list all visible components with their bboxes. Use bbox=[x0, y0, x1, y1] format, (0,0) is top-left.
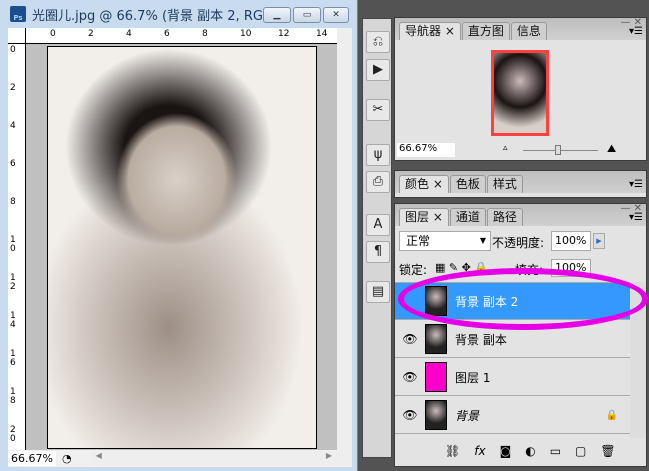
fill-label: 填充: bbox=[515, 263, 544, 277]
character-icon[interactable]: A bbox=[366, 214, 390, 236]
lock-label: 锁定: bbox=[399, 263, 428, 277]
layer-thumbnail bbox=[425, 362, 447, 392]
ruler-label: 8 bbox=[10, 197, 16, 207]
panel-menu-icon[interactable]: ▾☰ bbox=[629, 212, 643, 223]
ruler-label: 1 2 bbox=[10, 273, 16, 292]
ruler-label: 10 bbox=[240, 29, 252, 39]
zoom-slider[interactable] bbox=[523, 145, 598, 155]
tool-presets-icon[interactable]: ✂ bbox=[366, 99, 390, 121]
close-button[interactable]: ✕ bbox=[323, 7, 349, 23]
layers-scrollbar[interactable] bbox=[630, 282, 646, 438]
brushes-icon[interactable]: ψ bbox=[366, 144, 390, 166]
lock-icon: 🔒 bbox=[605, 409, 618, 421]
trash-icon[interactable]: 🗑 bbox=[600, 444, 615, 458]
navigator-panel: — ✕ 导航器 × 直方图 信息 ▾☰ 66.67% ▵ ⛰ bbox=[394, 17, 647, 161]
ruler-label: 14 bbox=[316, 29, 328, 39]
document-title: 光圈儿.jpg @ 66.7% (背景 副本 2, RGB... bbox=[32, 8, 285, 24]
layer-thumbnail bbox=[425, 324, 447, 354]
ruler-label: 1 0 bbox=[10, 235, 16, 254]
tab-channels[interactable]: 通道 bbox=[449, 208, 486, 226]
ruler-label: 12 bbox=[278, 29, 290, 39]
tab-info[interactable]: 信息 bbox=[510, 22, 547, 40]
color-panel: 颜色 × 色板 样式 ▾☰ bbox=[394, 170, 647, 198]
actions-icon[interactable]: ▶ bbox=[366, 59, 390, 81]
status-bar: 66.67% ◔ ◀ ▶ bbox=[8, 450, 352, 467]
history-icon[interactable]: ⎌ bbox=[366, 31, 390, 53]
ruler-label: 8 bbox=[202, 29, 208, 39]
fx-icon[interactable]: fx bbox=[474, 444, 485, 458]
layer-row[interactable]: 👁 背景 🔒 bbox=[395, 397, 630, 434]
adjustment-icon[interactable]: ◐ bbox=[525, 444, 535, 458]
clone-source-icon[interactable]: ⎙ bbox=[366, 171, 390, 193]
ruler-label: 0 bbox=[10, 45, 16, 55]
ruler-label: 1 8 bbox=[10, 387, 16, 406]
lock-icons[interactable]: ▦ ✎ ✥ 🔒 bbox=[435, 261, 488, 274]
blend-mode-select[interactable]: 正常 ▼ bbox=[399, 231, 491, 251]
tab-layers[interactable]: 图层 × bbox=[399, 208, 449, 226]
layer-comps-icon[interactable]: ▤ bbox=[366, 281, 390, 303]
opacity-label: 不透明度: bbox=[492, 236, 545, 250]
layers-panel: — ✕ 图层 × 通道 路径 ▾☰ 正常 ▼ 不透明度: 100% ▶ 锁定: ▦… bbox=[394, 203, 647, 467]
photoshop-icon: Ps bbox=[10, 6, 26, 22]
ruler-label: 6 bbox=[164, 29, 170, 39]
layers-footer: ⛓ fx ◙ ◐ ▭ ▢ 🗑 bbox=[445, 444, 616, 458]
status-menu-icon[interactable]: ◔ bbox=[62, 452, 72, 465]
ruler-origin[interactable] bbox=[8, 28, 26, 44]
tab-color[interactable]: 颜色 × bbox=[399, 175, 449, 193]
maximize-button[interactable]: ▭ bbox=[293, 7, 321, 23]
link-icon[interactable]: ⛓ bbox=[445, 444, 460, 458]
minimize-button[interactable]: ▁ bbox=[263, 7, 291, 23]
ruler-label: 1 4 bbox=[10, 311, 16, 330]
layer-thumbnail bbox=[425, 400, 447, 430]
layer-thumbnail bbox=[425, 286, 447, 316]
navigator-zoom-field[interactable]: 66.67% bbox=[397, 143, 455, 157]
vertical-ruler[interactable]: 0 2 4 6 8 1 0 1 2 1 4 1 6 1 8 2 0 bbox=[8, 44, 26, 450]
layers-list: 背景 副本 2 👁 背景 副本 👁 图层 1 👁 背景 🔒 bbox=[395, 282, 630, 438]
layer-row[interactable]: 👁 图层 1 bbox=[395, 359, 630, 396]
opacity-field[interactable]: 100% bbox=[551, 231, 591, 251]
layer-row[interactable]: 👁 背景 副本 bbox=[395, 321, 630, 358]
visibility-icon[interactable] bbox=[399, 290, 421, 312]
ruler-label: 4 bbox=[10, 121, 16, 131]
tab-styles[interactable]: 样式 bbox=[486, 175, 523, 193]
opacity-arrow[interactable]: ▶ bbox=[593, 233, 605, 249]
zoom-out-icon[interactable]: ▵ bbox=[503, 143, 508, 153]
ruler-label: 1 6 bbox=[10, 349, 16, 368]
tab-histogram[interactable]: 直方图 bbox=[461, 22, 510, 40]
ruler-label: 6 bbox=[10, 159, 16, 169]
eye-icon[interactable]: 👁 bbox=[399, 404, 421, 426]
eye-icon[interactable]: 👁 bbox=[399, 328, 421, 350]
eye-icon[interactable]: 👁 bbox=[399, 366, 421, 388]
mask-icon[interactable]: ◙ bbox=[500, 444, 512, 458]
zoom-field[interactable]: 66.67% bbox=[8, 451, 56, 466]
ruler-label: 2 bbox=[88, 29, 94, 39]
document-window: Ps 光圈儿.jpg @ 66.7% (背景 副本 2, RGB... ▁ ▭ … bbox=[0, 0, 358, 471]
ruler-label: 4 bbox=[126, 29, 132, 39]
fill-field[interactable]: 100% bbox=[551, 259, 591, 277]
canvas-area[interactable] bbox=[26, 44, 337, 450]
horizontal-ruler[interactable]: 0 2 4 6 8 10 12 14 bbox=[26, 28, 337, 44]
photo-image bbox=[47, 46, 317, 449]
new-layer-icon[interactable]: ▢ bbox=[575, 444, 586, 458]
collapsed-panels: ⎌ ▶ ✂ ψ ⎙ A ¶ ▤ bbox=[362, 18, 392, 458]
zoom-in-icon[interactable]: ⛰ bbox=[607, 142, 616, 156]
panel-menu-icon[interactable]: ▾☰ bbox=[629, 26, 643, 37]
navigator-preview[interactable] bbox=[491, 50, 549, 136]
vertical-scrollbar[interactable] bbox=[337, 28, 352, 450]
horizontal-scrollbar[interactable]: ◀ ▶ bbox=[91, 451, 352, 466]
tab-paths[interactable]: 路径 bbox=[486, 208, 523, 226]
tab-swatches[interactable]: 色板 bbox=[449, 175, 486, 193]
paragraph-icon[interactable]: ¶ bbox=[366, 241, 390, 263]
ruler-label: 2 0 bbox=[10, 425, 16, 444]
tab-navigator[interactable]: 导航器 × bbox=[399, 22, 461, 40]
panel-menu-icon[interactable]: ▾☰ bbox=[629, 179, 643, 190]
ruler-label: 2 bbox=[10, 83, 16, 93]
layer-row[interactable]: 背景 副本 2 bbox=[395, 283, 630, 320]
folder-icon[interactable]: ▭ bbox=[550, 444, 561, 458]
ruler-label: 0 bbox=[50, 29, 56, 39]
